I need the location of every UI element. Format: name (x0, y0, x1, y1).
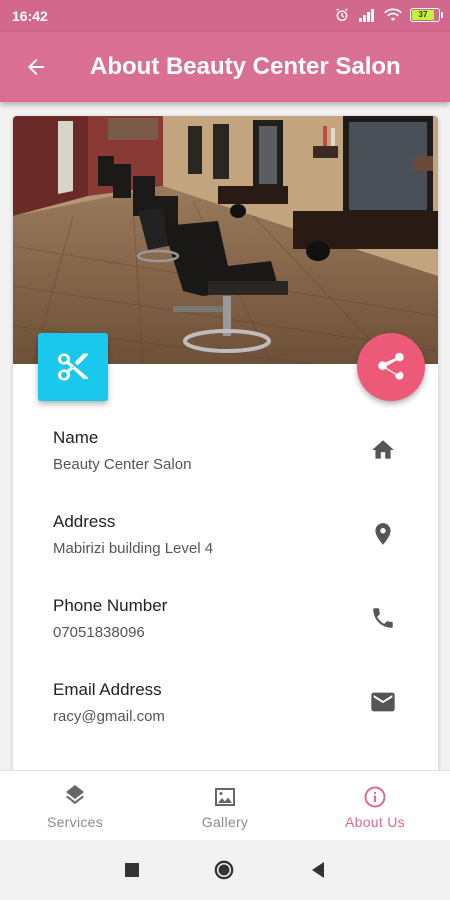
mail-icon[interactable] (369, 688, 397, 716)
info-row-name: Name Beauty Center Salon (13, 428, 438, 512)
app-bar: About Beauty Center Salon (0, 32, 450, 102)
info-value: 07051838096 (53, 624, 145, 641)
nav-item-about-us[interactable]: About Us (300, 771, 450, 840)
arrow-back-icon (28, 59, 44, 75)
info-label: Address (53, 512, 116, 531)
info-value: racy@gmail.com (53, 708, 165, 725)
nav-label: Services (46, 814, 104, 830)
scissors-button[interactable] (38, 333, 108, 401)
nav-label: About Us (345, 814, 405, 830)
image-icon (215, 788, 235, 806)
phone-icon[interactable] (369, 604, 397, 632)
salon-info-card: Name Beauty Center Salon Address Mabiriz… (13, 116, 438, 776)
info-row-email: Email Address racy@gmail.com (13, 680, 438, 764)
status-time: 16:42 (12, 8, 48, 24)
nav-item-services[interactable]: Services (0, 771, 150, 840)
system-nav-bar (0, 840, 450, 900)
signal-icon (359, 9, 374, 22)
scissors-icon (58, 353, 88, 381)
info-row-address: Address Mabirizi building Level 4 (13, 512, 438, 596)
info-label: Email Address (53, 680, 162, 699)
home-icon (369, 436, 397, 464)
back-button[interactable] (0, 32, 72, 102)
page-title: About Beauty Center Salon (90, 53, 401, 80)
alarm-icon (336, 8, 348, 21)
square-icon (125, 863, 139, 877)
nav-label: Gallery (201, 814, 249, 830)
back-nav-button[interactable] (308, 860, 328, 880)
salon-photo (13, 116, 438, 364)
wifi-icon (384, 8, 402, 21)
info-icon (364, 786, 386, 808)
info-label: Phone Number (53, 596, 168, 615)
info-value: Mabirizi building Level 4 (53, 540, 214, 557)
info-value: Beauty Center Salon (53, 456, 192, 473)
share-icon (378, 352, 404, 380)
status-icons: 37 (334, 7, 443, 23)
triangle-back-icon (312, 862, 324, 878)
home-button[interactable] (214, 860, 234, 880)
bottom-nav: Services Gallery About Us (0, 770, 450, 840)
info-label: Name (53, 428, 99, 447)
recent-apps-button[interactable] (122, 860, 142, 880)
layers-icon (66, 785, 84, 804)
status-bar: 16:42 37 (0, 0, 450, 32)
circle-icon (214, 860, 234, 880)
nav-item-gallery[interactable]: Gallery (150, 771, 300, 840)
battery-level: 37 (412, 10, 434, 20)
share-button[interactable] (357, 333, 425, 401)
battery-icon: 37 (410, 8, 443, 22)
location-pin-icon (369, 520, 397, 548)
info-row-phone: Phone Number 07051838096 (13, 596, 438, 680)
